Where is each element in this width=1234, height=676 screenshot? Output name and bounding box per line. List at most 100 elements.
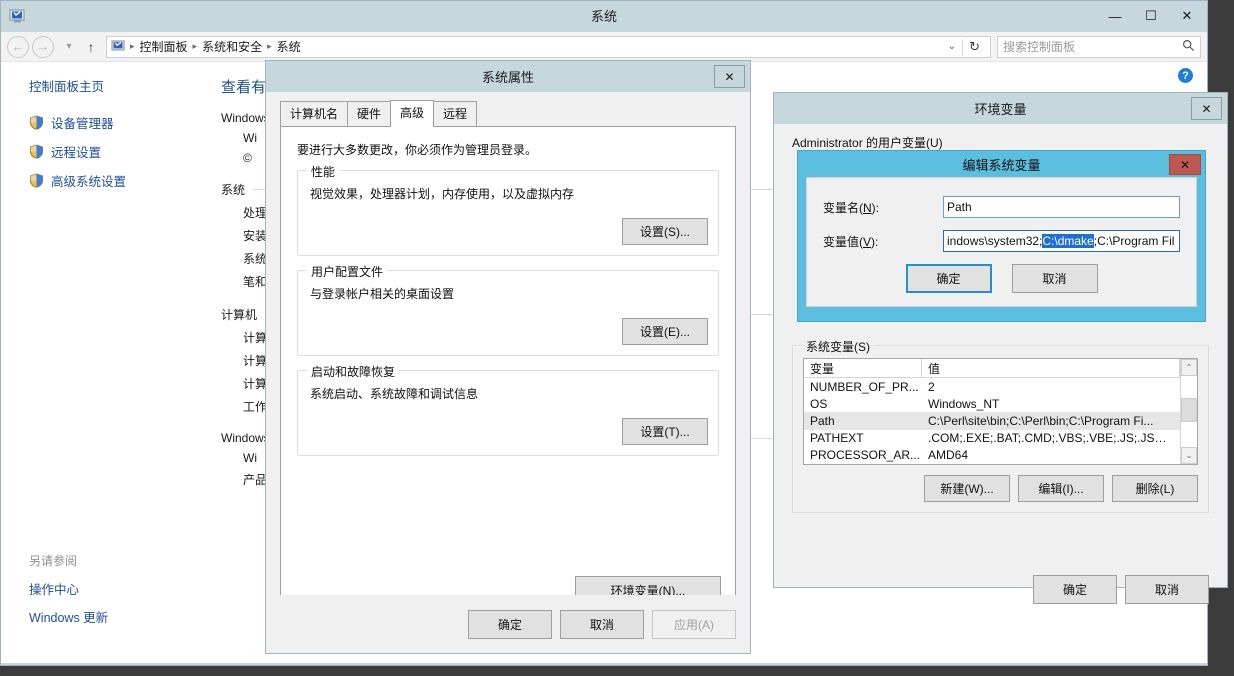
tab-advanced[interactable]: 高级	[390, 100, 435, 127]
scrollbar-track[interactable]	[1181, 376, 1197, 447]
cell-value: Windows_NT	[928, 396, 1000, 411]
user-variables-label: Administrator 的用户变量(U)	[792, 136, 943, 150]
see-also-title: 另请参阅	[29, 554, 78, 568]
user-profiles-settings-button[interactable]: 设置(E)...	[622, 318, 708, 345]
cell-value: .COM;.EXE;.BAT;.CMD;.VBS;.VBE;.JS;.JSE;.…	[928, 431, 1180, 446]
cell-variable: Path	[810, 414, 835, 428]
delete-variable-button[interactable]: 删除(L)	[1112, 475, 1198, 502]
breadcrumb-item-system-security[interactable]: 系统和安全	[199, 38, 265, 55]
see-also-link-windows-update[interactable]: Windows 更新	[29, 607, 108, 626]
listview-scrollbar[interactable]: ⌃ ⌄	[1180, 359, 1197, 464]
environment-variables-close-button[interactable]: ✕	[1191, 97, 1222, 120]
scroll-up-icon[interactable]: ⌃	[1181, 359, 1197, 376]
group-label: 性能	[307, 163, 340, 180]
sidebar-item-home[interactable]: 控制面板主页	[29, 76, 201, 95]
tab-hardware[interactable]: 硬件	[347, 101, 392, 126]
up-button[interactable]: ↑	[81, 39, 101, 55]
system-variables-group-label: 系统变量(S)	[802, 338, 874, 355]
group-startup-recovery: 启动和故障恢复 系统启动、系统故障和调试信息 设置(T)...	[297, 363, 719, 456]
column-header-value[interactable]: 值	[922, 359, 1180, 377]
listview-header: 变量 值	[804, 359, 1180, 378]
breadcrumb-separator: ▸	[267, 41, 272, 51]
breadcrumb-item-control-panel[interactable]: 控制面板	[137, 38, 191, 55]
system-properties-apply-button[interactable]: 应用(A)	[652, 609, 736, 639]
cell-variable: PROCESSOR_AR...	[810, 448, 921, 463]
table-row[interactable]: PROCESSOR_AR... AMD64	[804, 447, 1180, 464]
shield-icon	[29, 144, 44, 159]
edit-system-variable-dialog: 编辑系统变量 ✕ 变量名(N): Path 变量值(V): indows\sys…	[797, 150, 1206, 322]
refresh-icon[interactable]: ↻	[962, 38, 986, 55]
tab-remote[interactable]: 远程	[433, 101, 478, 126]
system-properties-ok-button[interactable]: 确定	[468, 609, 552, 639]
see-also-section: 另请参阅 操作中心 Windows 更新	[29, 552, 108, 635]
group-label: 启动和故障恢复	[307, 363, 400, 380]
performance-settings-button[interactable]: 设置(S)...	[622, 218, 708, 245]
edit-variable-ok-button[interactable]: 确定	[905, 264, 992, 293]
cell-variable: NUMBER_OF_PR...	[810, 379, 919, 394]
system-properties-cancel-button[interactable]: 取消	[560, 609, 644, 639]
shield-icon	[29, 173, 44, 188]
breadcrumb-chevron-down-icon[interactable]: ⌄	[942, 41, 962, 52]
window-titlebar: 系统 — ☐ ✕	[1, 1, 1207, 32]
breadcrumb-item-system[interactable]: 系统	[274, 38, 304, 55]
tab-computer-name[interactable]: 计算机名	[280, 101, 349, 126]
sidebar-item-remote-settings[interactable]: 远程设置	[29, 142, 201, 161]
edit-variable-cancel-button[interactable]: 取消	[1011, 264, 1098, 293]
column-header-variable[interactable]: 变量	[804, 359, 922, 377]
environment-variables-cancel-button[interactable]: 取消	[1125, 575, 1209, 604]
sidebar-item-label: 高级系统设置	[51, 175, 127, 189]
table-row[interactable]: NUMBER_OF_PR... 2	[804, 378, 1180, 395]
forward-button[interactable]: →	[32, 35, 54, 58]
minimize-button[interactable]: —	[1097, 3, 1133, 29]
system-properties-content: 计算机名 硬件 高级 远程 要进行大多数更改，你必须作为管理员登录。 性能 视觉…	[266, 92, 750, 620]
help-button[interactable]: ?	[1178, 68, 1193, 83]
table-row[interactable]: OS Windows_NT	[804, 395, 1180, 412]
new-variable-button[interactable]: 新建(W)...	[924, 475, 1010, 502]
help-icon: ?	[1178, 68, 1193, 83]
edit-variable-button[interactable]: 编辑(I)...	[1018, 475, 1104, 502]
sidebar-item-device-manager[interactable]: 设备管理器	[29, 113, 201, 132]
variable-value-row: 变量值(V): indows\system32; C:\dmake ;C:\Prog…	[823, 230, 1180, 252]
environment-variables-titlebar: 环境变量 ✕	[774, 93, 1227, 124]
variable-name-input[interactable]: Path	[943, 196, 1180, 218]
cell-value: AMD64	[928, 448, 969, 463]
breadcrumb-separator: ▸	[130, 41, 135, 51]
system-variables-listview[interactable]: 变量 值 NUMBER_OF_PR... 2 OS Windows_NT Pat…	[803, 358, 1198, 465]
system-properties-close-button[interactable]: ✕	[714, 65, 745, 88]
close-button[interactable]: ✕	[1169, 3, 1205, 29]
back-button[interactable]: ←	[7, 35, 29, 58]
tab-bar: 计算机名 硬件 高级 远程	[280, 100, 736, 127]
see-also-link-action-center[interactable]: 操作中心	[29, 579, 108, 598]
variable-value-prefix: indows\system32;	[947, 234, 1043, 248]
search-icon[interactable]	[1182, 39, 1195, 55]
startup-recovery-settings-button[interactable]: 设置(T)...	[622, 418, 708, 445]
breadcrumb-separator: ▸	[192, 41, 198, 51]
variable-value-suffix: ;C:\Program Fil	[1093, 234, 1175, 248]
variable-name-value: Path	[947, 200, 972, 214]
system-variables-actions: 新建(W)... 编辑(I)... 删除(L)	[803, 475, 1198, 502]
table-row[interactable]: PATHEXT .COM;.EXE;.BAT;.CMD;.VBS;.VBE;.J…	[804, 430, 1180, 447]
maximize-button[interactable]: ☐	[1133, 3, 1169, 29]
environment-variables-ok-button[interactable]: 确定	[1033, 575, 1117, 604]
sidebar: 控制面板主页 设备管理器 远程设置 高级系统设置 另请参阅 操作中心 Windo…	[1, 62, 201, 663]
variable-value-selected-text: C:\dmake	[1042, 234, 1094, 248]
edit-system-variable-close-button[interactable]: ✕	[1169, 154, 1201, 175]
scrollbar-thumb[interactable]	[1181, 398, 1197, 422]
cell-value: 2	[928, 379, 935, 394]
group-user-profiles: 用户配置文件 与登录帐户相关的桌面设置 设置(E)...	[297, 263, 719, 356]
shield-icon	[29, 115, 44, 130]
variable-value-input[interactable]: indows\system32; C:\dmake ;C:\Program Fil	[943, 230, 1180, 252]
breadcrumb[interactable]: ▸ 控制面板 ▸ 系统和安全 ▸ 系统 ⌄ ↻	[106, 35, 991, 58]
recent-locations-chevron-down-icon[interactable]: ▾	[61, 41, 77, 52]
search-input[interactable]	[1003, 39, 1182, 54]
sidebar-item-advanced-system-settings[interactable]: 高级系统设置	[29, 171, 201, 190]
breadcrumb-computer-icon	[111, 40, 126, 53]
system-properties-title: 系统属性	[481, 70, 534, 85]
system-variables-group: 系统变量(S) 变量 值 NUMBER_OF_PR... 2 OS Window…	[792, 338, 1209, 513]
variable-name-row: 变量名(N): Path	[823, 196, 1180, 218]
group-description: 视觉效果，处理器计划，内存使用，以及虚拟内存	[310, 187, 575, 201]
scroll-down-icon[interactable]: ⌄	[1181, 447, 1197, 464]
search-box[interactable]	[997, 35, 1201, 58]
sidebar-item-label: 设备管理器	[51, 117, 114, 131]
table-row-selected[interactable]: Path C:\Perl\site\bin;C:\Perl\bin;C:\Pro…	[804, 412, 1180, 430]
